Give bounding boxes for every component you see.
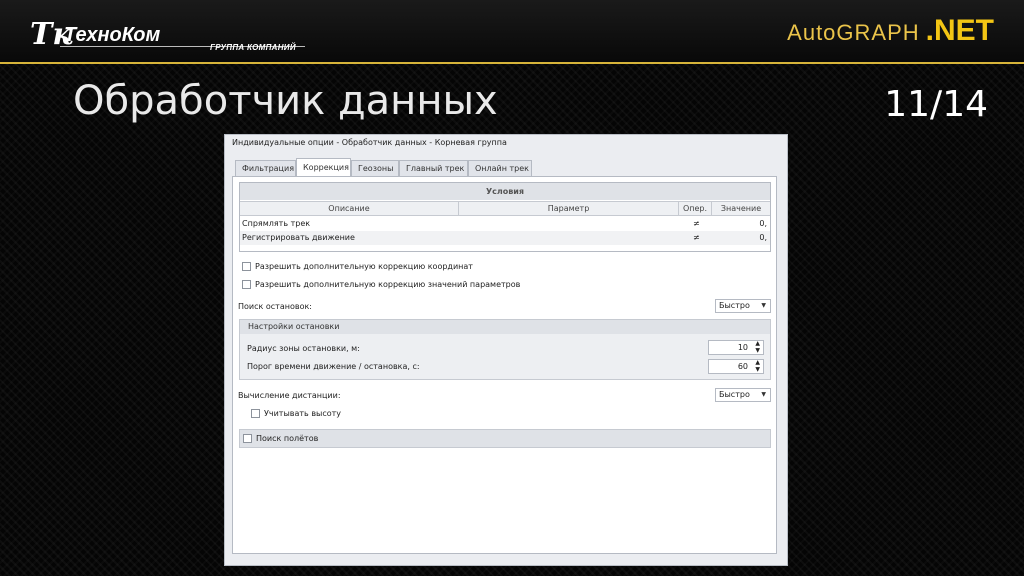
checkbox-box[interactable] xyxy=(242,262,251,271)
product-name: AutoGRAPH xyxy=(787,20,920,45)
stop-radius-label: Радиус зоны остановки, м: xyxy=(247,344,360,353)
slide-number: 11/14 xyxy=(884,84,988,125)
chevron-down-icon[interactable]: ▼ xyxy=(761,300,766,312)
options-window: Индивидуальные опции - Обработчик данных… xyxy=(224,134,788,566)
stop-settings-title: Настройки остановки xyxy=(240,320,770,334)
stop-threshold-stepper[interactable]: 60 ▲ ▼ xyxy=(708,359,764,374)
checkbox-label: Разрешить дополнительную коррекцию значе… xyxy=(255,280,521,289)
stop-search-select[interactable]: Быстро ▼ xyxy=(715,299,771,313)
autograph-logo: AutoGRAPH .NET xyxy=(787,14,994,48)
window-title: Индивидуальные опции - Обработчик данных… xyxy=(232,138,507,147)
column-value[interactable]: Значение xyxy=(712,202,770,216)
stop-threshold-value: 60 xyxy=(737,362,748,371)
row-description: Спрямлять трек xyxy=(242,219,311,228)
tab-filtering[interactable]: Фильтрация xyxy=(235,160,296,176)
tab-geozones[interactable]: Геозоны xyxy=(351,160,399,176)
row-operator: ≠ xyxy=(693,233,700,242)
brand-name: ТехноКом xyxy=(64,24,161,46)
row-operator: ≠ xyxy=(693,219,700,228)
stop-threshold-label: Порог времени движение / остановка, с: xyxy=(247,362,420,371)
table-row[interactable]: Спрямлять трек ≠ 0, xyxy=(240,217,770,231)
checkbox-label: Учитывать высоту xyxy=(264,409,342,418)
stop-search-label: Поиск остановок: xyxy=(238,302,312,311)
checkbox-label: Поиск полётов xyxy=(256,434,319,443)
column-operator[interactable]: Опер. xyxy=(679,202,712,216)
row-value: 0, xyxy=(759,219,767,228)
arrow-down-icon[interactable]: ▼ xyxy=(755,366,760,374)
conditions-caption: Условия xyxy=(240,183,770,200)
tab-main-track[interactable]: Главный трек xyxy=(399,160,468,176)
checkbox-box[interactable] xyxy=(242,280,251,289)
distance-select[interactable]: Быстро ▼ xyxy=(715,388,771,402)
checkbox-box[interactable] xyxy=(243,434,252,443)
distance-value: Быстро xyxy=(719,390,750,399)
checkbox-box[interactable] xyxy=(251,409,260,418)
conditions-grid: Условия Описание Параметр Опер. Значение… xyxy=(239,182,771,252)
table-row[interactable]: Регистрировать движение ≠ 0, xyxy=(240,231,770,245)
stop-radius-value: 10 xyxy=(737,343,748,352)
distance-label: Вычисление дистанции: xyxy=(238,391,341,400)
stop-settings-group: Настройки остановки Радиус зоны остановк… xyxy=(239,319,771,380)
slide-title: Обработчик данных xyxy=(73,78,498,124)
chevron-down-icon[interactable]: ▼ xyxy=(761,389,766,401)
row-value: 0, xyxy=(759,233,767,242)
column-parameter[interactable]: Параметр xyxy=(459,202,679,216)
product-suffix: .NET xyxy=(925,14,994,47)
checkbox-label: Разрешить дополнительную коррекцию коорд… xyxy=(255,262,473,271)
stop-search-value: Быстро xyxy=(719,301,750,310)
arrow-down-icon[interactable]: ▼ xyxy=(755,347,760,355)
correction-panel: Условия Описание Параметр Опер. Значение… xyxy=(232,176,777,554)
tab-online-track[interactable]: Онлайн трек xyxy=(468,160,532,176)
row-description: Регистрировать движение xyxy=(242,233,355,242)
brand-subtitle: ГРУППА КОМПАНИЙ xyxy=(210,43,296,52)
tab-correction[interactable]: Коррекция xyxy=(296,158,351,176)
stop-radius-stepper[interactable]: 10 ▲ ▼ xyxy=(708,340,764,355)
flight-search-group: Поиск полётов xyxy=(239,429,771,448)
header-accent-line xyxy=(0,62,1024,64)
column-description[interactable]: Описание xyxy=(240,202,459,216)
conditions-header: Описание Параметр Опер. Значение xyxy=(240,201,770,216)
